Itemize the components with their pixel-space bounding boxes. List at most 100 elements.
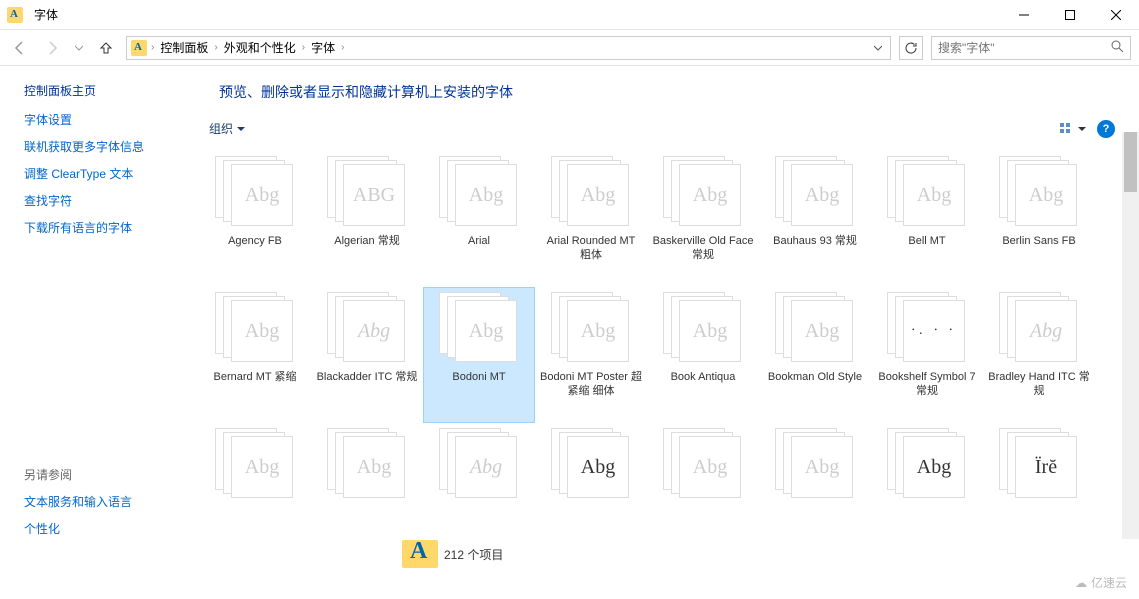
font-item[interactable]: AbgBlackadder ITC 常规 — [311, 287, 423, 423]
font-thumbnail: Abg — [999, 156, 1079, 228]
sidebar-link-personalization[interactable]: 个性化 — [24, 520, 195, 537]
status-icon: A — [396, 540, 444, 568]
organize-button[interactable]: 组织 — [201, 116, 253, 141]
font-grid-scroll[interactable]: AbgAgency FBABGAlgerian 常规AbgArialAbgAri… — [195, 147, 1139, 554]
font-thumbnail: Abg — [887, 428, 967, 500]
sidebar-link-text-services[interactable]: 文本服务和输入语言 — [24, 493, 195, 510]
sidebar-link-online-fonts[interactable]: 联机获取更多字体信息 — [24, 138, 195, 155]
breadcrumb-item[interactable]: 外观和个性化 — [222, 39, 298, 56]
breadcrumb-dropdown[interactable] — [870, 41, 886, 55]
font-item[interactable]: Abg — [871, 423, 983, 554]
maximize-button[interactable] — [1047, 0, 1093, 30]
up-button[interactable] — [94, 36, 118, 60]
minimize-button[interactable] — [1001, 0, 1047, 30]
font-item[interactable]: ABGAlgerian 常规 — [311, 151, 423, 287]
sidebar-link-font-settings[interactable]: 字体设置 — [24, 111, 195, 128]
breadcrumb-item[interactable]: 字体 — [309, 39, 337, 56]
font-thumbnail: Abg — [663, 292, 743, 364]
organize-label: 组织 — [209, 120, 233, 137]
font-label: Bodoni MT — [452, 370, 505, 384]
font-thumbnail: Abg — [439, 156, 519, 228]
window-title: 字体 — [30, 6, 1001, 23]
chevron-right-icon[interactable]: › — [341, 42, 344, 53]
font-label: Book Antiqua — [671, 370, 736, 384]
font-label: Bodoni MT Poster 超紧缩 细体 — [540, 370, 642, 399]
font-item[interactable]: AbgBodoni MT — [423, 287, 535, 423]
view-mode-button[interactable] — [1055, 120, 1091, 138]
chevron-down-icon — [1078, 125, 1086, 133]
close-button[interactable] — [1093, 0, 1139, 30]
scroll-thumb[interactable] — [1124, 132, 1137, 192]
font-item[interactable]: Abg — [535, 423, 647, 554]
search-input[interactable] — [938, 41, 1111, 55]
font-thumbnail: Abg — [663, 156, 743, 228]
font-thumbnail: Abg — [887, 156, 967, 228]
sidebar: 控制面板主页 字体设置 联机获取更多字体信息 调整 ClearType 文本 查… — [0, 66, 195, 569]
address-bar: A › 控制面板 › 外观和个性化 › 字体 › — [0, 30, 1139, 66]
breadcrumb-icon: A — [131, 40, 147, 56]
font-item[interactable]: AbgAgency FB — [199, 151, 311, 287]
font-thumbnail: Abg — [327, 292, 407, 364]
watermark: ☁ 亿速云 — [1069, 572, 1133, 593]
font-item[interactable]: Abg Bookman Old Style — [759, 287, 871, 423]
font-item[interactable]: Abg — [311, 423, 423, 554]
breadcrumb-item[interactable]: 控制面板 — [158, 39, 210, 56]
font-item[interactable]: Abg — [199, 423, 311, 554]
font-item[interactable]: Abg Bernard MT 紧缩 — [199, 287, 311, 423]
font-thumbnail: Abg — [215, 292, 295, 364]
sidebar-link-find-char[interactable]: 查找字符 — [24, 192, 195, 209]
search-box[interactable] — [931, 36, 1131, 60]
title-bar: A 字体 — [0, 0, 1139, 30]
font-label: Bernard MT 紧缩 — [214, 370, 297, 384]
main-area: 控制面板主页 字体设置 联机获取更多字体信息 调整 ClearType 文本 查… — [0, 66, 1139, 569]
font-item[interactable]: AbgBaskerville Old Face 常规 — [647, 151, 759, 287]
search-icon[interactable] — [1111, 40, 1124, 56]
font-item[interactable]: Abg Bauhaus 93 常规 — [759, 151, 871, 287]
recent-dropdown[interactable] — [72, 36, 86, 60]
font-item[interactable]: AbgBodoni MT Poster 超紧缩 细体 — [535, 287, 647, 423]
font-label: Arial Rounded MT 粗体 — [540, 234, 642, 263]
sidebar-link-cleartype[interactable]: 调整 ClearType 文本 — [24, 165, 195, 182]
font-thumbnail: Abg — [215, 156, 295, 228]
font-thumbnail: Abg — [775, 156, 855, 228]
vertical-scrollbar[interactable] — [1122, 132, 1139, 539]
help-button[interactable]: ? — [1097, 120, 1115, 138]
font-thumbnail: Abg — [551, 428, 631, 500]
font-thumbnail: Abg — [775, 428, 855, 500]
font-label: Bookshelf Symbol 7 常规 — [876, 370, 978, 399]
font-item[interactable]: ∙. ∙ ∙ Bookshelf Symbol 7 常规 — [871, 287, 983, 423]
font-item[interactable]: AbgArial Rounded MT 粗体 — [535, 151, 647, 287]
font-thumbnail: Ïrĕ — [999, 428, 1079, 500]
font-item[interactable]: Ïrĕ — [983, 423, 1095, 554]
chevron-right-icon[interactable]: › — [151, 42, 154, 53]
font-label: Bell MT — [908, 234, 945, 248]
chevron-right-icon[interactable]: › — [302, 42, 305, 53]
font-label: Bauhaus 93 常规 — [773, 234, 857, 248]
font-thumbnail: Abg — [439, 428, 519, 500]
font-thumbnail: ∙. ∙ ∙ — [887, 292, 967, 364]
window-icon: A — [0, 7, 30, 23]
see-also-title: 另请参阅 — [24, 466, 195, 483]
font-label: Bookman Old Style — [768, 370, 862, 384]
forward-button[interactable] — [40, 36, 64, 60]
font-item[interactable]: Abg — [759, 423, 871, 554]
font-item[interactable]: Abg Book Antiqua — [647, 287, 759, 423]
view-icon — [1060, 123, 1076, 135]
font-item[interactable]: AbgBradley Hand ITC 常规 — [983, 287, 1095, 423]
chevron-right-icon[interactable]: › — [214, 42, 217, 53]
breadcrumb[interactable]: A › 控制面板 › 外观和个性化 › 字体 › — [126, 36, 891, 60]
sidebar-title[interactable]: 控制面板主页 — [24, 82, 195, 99]
font-item[interactable]: Abg — [423, 423, 535, 554]
font-item[interactable]: AbgArial — [423, 151, 535, 287]
font-thumbnail: Abg — [999, 292, 1079, 364]
back-button[interactable] — [8, 36, 32, 60]
font-item[interactable]: AbgBerlin Sans FB — [983, 151, 1095, 287]
refresh-button[interactable] — [899, 36, 923, 60]
content-pane: 预览、删除或者显示和隐藏计算机上安装的字体 组织 ? AbgAgency FBA… — [195, 66, 1139, 569]
font-thumbnail: Abg — [775, 292, 855, 364]
font-item[interactable]: Abg — [647, 423, 759, 554]
font-label: Algerian 常规 — [334, 234, 399, 248]
status-count: 212 个项目 — [444, 546, 503, 563]
font-item[interactable]: Abg Bell MT — [871, 151, 983, 287]
sidebar-link-download-all[interactable]: 下载所有语言的字体 — [24, 219, 195, 236]
